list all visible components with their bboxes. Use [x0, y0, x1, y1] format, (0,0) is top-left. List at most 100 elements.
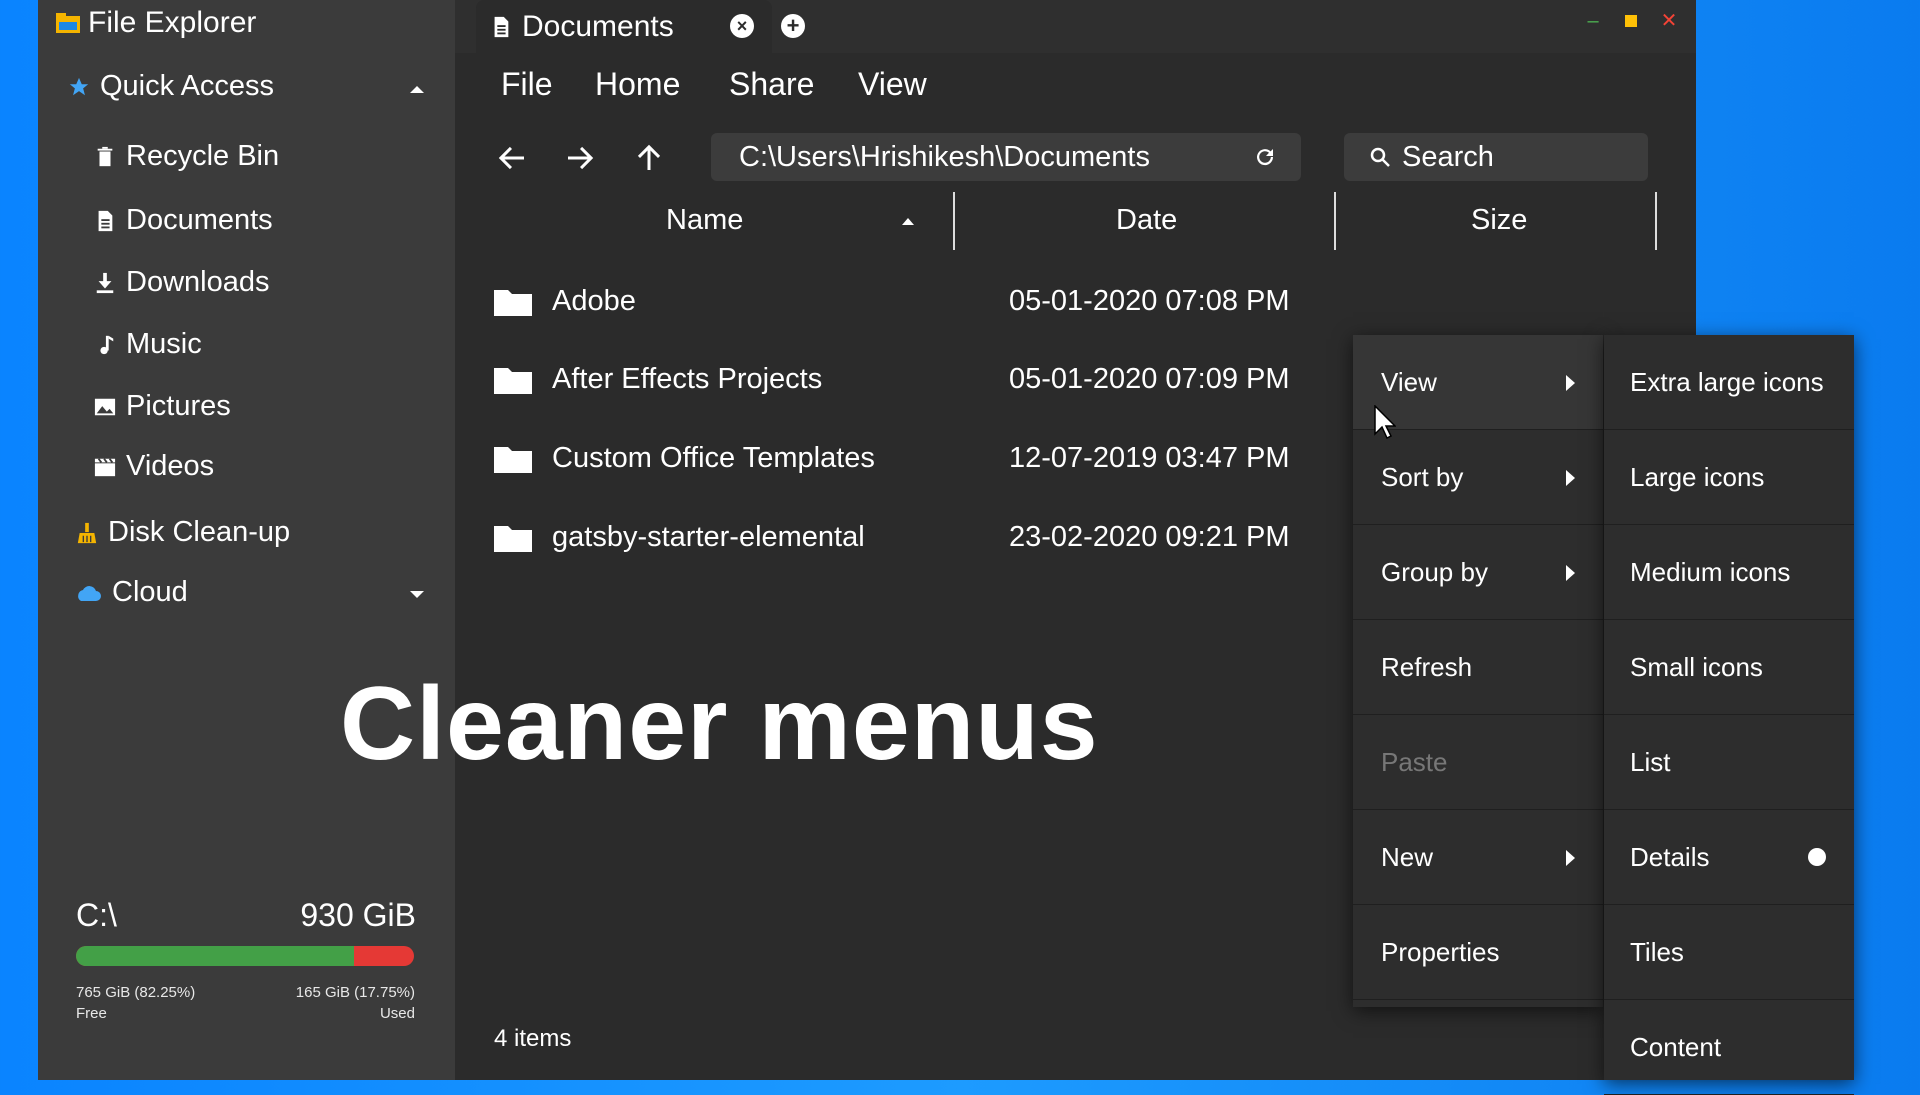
sidebar-item-downloads[interactable]: Downloads	[94, 266, 269, 299]
column-header-name[interactable]: Name	[666, 204, 743, 237]
file-row[interactable]: Adobe 05-01-2020 07:08 PM	[494, 276, 1290, 326]
up-arrow-icon[interactable]	[631, 140, 667, 176]
menu-item-label: Small icons	[1630, 652, 1763, 682]
column-separator[interactable]	[1334, 192, 1336, 250]
minimize-button[interactable]: –	[1582, 10, 1604, 32]
menu-item-label: Details	[1630, 842, 1710, 872]
document-icon	[494, 16, 509, 37]
file-row[interactable]: gatsby-starter-elemental 23-02-2020 09:2…	[494, 512, 1290, 562]
menu-item-label: View	[1381, 367, 1437, 397]
column-header-date[interactable]: Date	[1116, 204, 1177, 237]
file-name: After Effects Projects	[552, 362, 823, 395]
sidebar-item-label: Videos	[126, 450, 215, 482]
sidebar-item-cloud[interactable]: Cloud	[74, 576, 188, 609]
sidebar-item-music[interactable]: Music	[94, 328, 202, 361]
view-option-details[interactable]: Details	[1604, 810, 1854, 905]
folder-icon	[494, 447, 532, 473]
view-option-tiles[interactable]: Tiles	[1604, 905, 1854, 1000]
folder-icon	[494, 368, 532, 394]
address-bar[interactable]: C:\Users\Hrishikesh\Documents	[711, 133, 1301, 181]
column-separator[interactable]	[953, 192, 955, 250]
clapperboard-icon	[94, 457, 116, 476]
context-menu-new[interactable]: New	[1353, 810, 1603, 905]
view-option-content[interactable]: Content	[1604, 1000, 1854, 1095]
sidebar-item-label: Quick Access	[100, 70, 275, 102]
context-menu-group-by[interactable]: Group by	[1353, 525, 1603, 620]
broom-icon	[77, 522, 97, 543]
selected-radio-icon	[1808, 848, 1826, 866]
drive-size: 930 GiB	[300, 897, 416, 933]
submenu-arrow-icon	[1566, 565, 1575, 581]
context-menu-refresh[interactable]: Refresh	[1353, 620, 1603, 715]
expand-cloud-icon[interactable]	[410, 591, 424, 598]
drive-name: C:\	[76, 897, 117, 933]
menu-item-label: List	[1630, 747, 1671, 777]
menu-file[interactable]: File	[501, 66, 553, 103]
view-option-list[interactable]: List	[1604, 715, 1854, 810]
app-title: File Explorer	[56, 6, 256, 40]
submenu-arrow-icon	[1566, 375, 1575, 391]
file-date: 23-02-2020 09:21 PM	[1009, 520, 1290, 553]
menu-item-label: Tiles	[1630, 937, 1684, 967]
drive-free-value: 765 GiB (82.25%)	[76, 984, 196, 1001]
close-tab-icon[interactable]: ×	[730, 14, 754, 38]
back-arrow-icon[interactable]	[494, 140, 530, 176]
sidebar-item-videos[interactable]: Videos	[94, 450, 214, 483]
overlay-caption: Cleaner menus	[340, 666, 1099, 782]
menu-view[interactable]: View	[858, 66, 927, 103]
sidebar-item-disk-cleanup[interactable]: Disk Clean-up	[76, 516, 290, 549]
sidebar-item-label: Documents	[126, 204, 273, 236]
view-option-small-icons[interactable]: Small icons	[1604, 620, 1854, 715]
disk-free-fill	[76, 946, 354, 966]
menu-item-label: Content	[1630, 1032, 1722, 1062]
column-separator[interactable]	[1655, 192, 1657, 250]
sidebar-item-label: Cloud	[112, 576, 188, 608]
cloud-icon	[78, 585, 101, 601]
file-name: Custom Office Templates	[552, 441, 875, 474]
menu-item-label: Refresh	[1381, 652, 1473, 682]
image-icon	[94, 398, 116, 415]
menu-item-label: Large icons	[1630, 462, 1765, 492]
column-header-size[interactable]: Size	[1471, 204, 1527, 237]
mouse-cursor-icon	[1374, 405, 1396, 439]
sort-ascending-icon	[902, 218, 914, 225]
document-icon	[98, 210, 113, 231]
drive-free-label: Free	[76, 1005, 107, 1022]
disk-usage-bar	[76, 946, 414, 966]
sidebar-item-documents[interactable]: Documents	[94, 204, 273, 237]
sidebar-item-label: Pictures	[126, 390, 231, 422]
view-option-extra-large-icons[interactable]: Extra large icons	[1604, 335, 1854, 430]
sidebar-item-quick-access[interactable]: Quick Access	[68, 70, 274, 103]
new-tab-icon[interactable]: +	[781, 14, 805, 38]
folder-icon	[494, 526, 532, 552]
search-box[interactable]: Search	[1344, 133, 1648, 181]
menu-item-label: Sort by	[1381, 462, 1464, 492]
sidebar-item-recycle-bin[interactable]: Recycle Bin	[94, 140, 279, 173]
menu-item-label: Properties	[1381, 937, 1500, 967]
view-option-medium-icons[interactable]: Medium icons	[1604, 525, 1854, 620]
maximize-button[interactable]	[1620, 10, 1642, 32]
star-icon	[69, 77, 89, 95]
download-icon	[96, 272, 114, 293]
submenu-arrow-icon	[1566, 850, 1575, 866]
menu-item-label: Medium icons	[1630, 557, 1791, 587]
file-name: Adobe	[552, 284, 636, 317]
sidebar-item-label: Music	[126, 328, 202, 360]
file-row[interactable]: After Effects Projects 05-01-2020 07:09 …	[494, 354, 1290, 404]
tab-documents[interactable]: Documents	[476, 0, 772, 53]
menu-item-label: Extra large icons	[1630, 367, 1824, 397]
context-menu-properties[interactable]: Properties	[1353, 905, 1603, 1000]
forward-arrow-icon[interactable]	[562, 140, 598, 176]
menu-home[interactable]: Home	[595, 66, 680, 103]
context-menu-sort-by[interactable]: Sort by	[1353, 430, 1603, 525]
menu-share[interactable]: Share	[729, 66, 814, 103]
file-row[interactable]: Custom Office Templates 12-07-2019 03:47…	[494, 433, 1290, 483]
refresh-icon[interactable]	[1253, 145, 1277, 169]
sidebar-item-pictures[interactable]: Pictures	[94, 390, 231, 423]
menu-item-label: Paste	[1381, 747, 1448, 777]
collapse-quick-access-icon[interactable]	[410, 86, 424, 93]
file-date: 05-01-2020 07:08 PM	[1009, 284, 1290, 317]
view-option-large-icons[interactable]: Large icons	[1604, 430, 1854, 525]
close-window-button[interactable]: ✕	[1658, 10, 1680, 32]
sidebar-item-label: Disk Clean-up	[108, 516, 291, 548]
